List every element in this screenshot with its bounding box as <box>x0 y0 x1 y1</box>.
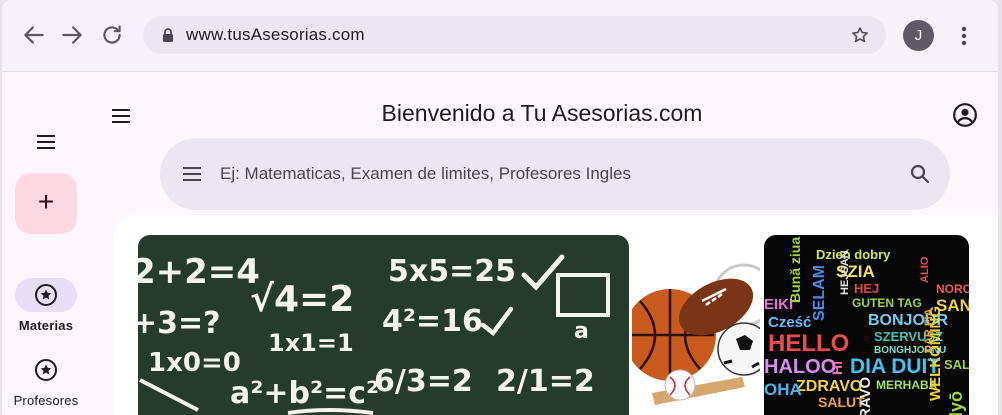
address-bar[interactable]: www.tusAsesorias.com <box>143 16 886 54</box>
carousel-card-deportes[interactable] <box>632 235 760 415</box>
rail-item-label: Materias <box>18 318 74 333</box>
reload-icon[interactable] <box>99 22 125 48</box>
chalk-text: 2/1=2 <box>496 364 595 399</box>
word: RAVO <box>857 376 874 415</box>
search-input[interactable] <box>220 158 880 190</box>
more-vert-icon[interactable] <box>954 23 974 49</box>
languages-word-cloud-image: Dzień dobry SZIA HEJ GUTEN TAG EIKI SELA… <box>764 237 969 415</box>
chalk-text: 1x1=1 <box>268 329 354 357</box>
rail-item-indicator <box>15 353 77 387</box>
chalk-text: 6/3=2 <box>374 364 473 399</box>
word: Hi <box>829 361 845 375</box>
chalkboard-image: 2+2=4 5x5=25 +3=? √4=2 4²=16 a 1x1=1 1x0… <box>138 252 610 415</box>
add-icon: + <box>37 186 55 217</box>
browser-window: www.tusAsesorias.com J + Materias Profes… <box>2 0 998 415</box>
lock-icon <box>160 27 176 43</box>
word: SAN <box>936 296 969 315</box>
word: Dzień dobry <box>816 247 891 262</box>
carousel-card-idiomas[interactable]: Dzień dobry SZIA HEJ GUTEN TAG EIKI SELA… <box>764 235 969 415</box>
search-menu-icon[interactable] <box>180 162 204 186</box>
chalk-text: 2+2=4 <box>138 252 260 292</box>
chalk-text: a²+b²=c² <box>230 376 379 411</box>
chalk-text: 4²=16 <box>382 304 483 339</box>
word: Cześć <box>768 314 811 331</box>
word: HEJSAN <box>839 250 851 295</box>
carousel-card-matematicas[interactable]: 2+2=4 5x5=25 +3=? √4=2 4²=16 a 1x1=1 1x0… <box>138 235 629 415</box>
sports-balls-image <box>632 235 760 415</box>
word: SELAM <box>811 265 828 321</box>
rail-item-profesores[interactable]: Profesores <box>2 353 90 408</box>
star-circle-icon <box>35 284 57 306</box>
bookmark-star-icon[interactable] <box>850 25 870 45</box>
word: Bună ziua <box>787 237 803 303</box>
word: NORO <box>936 282 969 296</box>
chalk-text: a <box>574 319 589 344</box>
word: Hyō <box>946 391 966 415</box>
rail-item-label: Profesores <box>13 393 79 408</box>
page-title: Bienvenido a Tu Asesorias.com <box>381 100 703 126</box>
word: HEJ <box>854 281 879 296</box>
rail-item-indicator <box>15 278 77 312</box>
word: ZDRAVO <box>796 378 862 395</box>
back-arrow-icon[interactable] <box>21 22 47 48</box>
appbar-menu-icon[interactable] <box>109 104 133 128</box>
word: SAL <box>944 357 969 372</box>
profile-avatar[interactable]: J <box>903 20 934 51</box>
star-circle-icon <box>35 359 57 381</box>
browser-toolbar: www.tusAsesorias.com J <box>2 0 998 72</box>
add-fab-button[interactable]: + <box>15 173 77 234</box>
word: HELLO <box>768 330 849 357</box>
forward-arrow-icon[interactable] <box>59 22 85 48</box>
word: DAR FIA <box>923 308 935 353</box>
chalk-text: +3=? <box>138 306 221 341</box>
word: GUTEN TAG <box>852 296 922 310</box>
chalk-text: 5x5=25 <box>388 254 516 289</box>
word: OHA <box>764 380 802 399</box>
chalk-text: √4=2 <box>250 279 354 320</box>
word: HALOO <box>764 356 836 378</box>
word: ALIO <box>919 256 931 283</box>
search-icon[interactable] <box>908 162 932 186</box>
rail-item-materias[interactable]: Materias <box>2 278 90 333</box>
search-bar <box>160 138 950 210</box>
chalk-text: 1x0=0 <box>148 348 241 378</box>
rail-menu-icon[interactable] <box>34 130 58 154</box>
url-text[interactable]: www.tusAsesorias.com <box>186 25 365 45</box>
account-circle-icon[interactable] <box>952 102 978 128</box>
